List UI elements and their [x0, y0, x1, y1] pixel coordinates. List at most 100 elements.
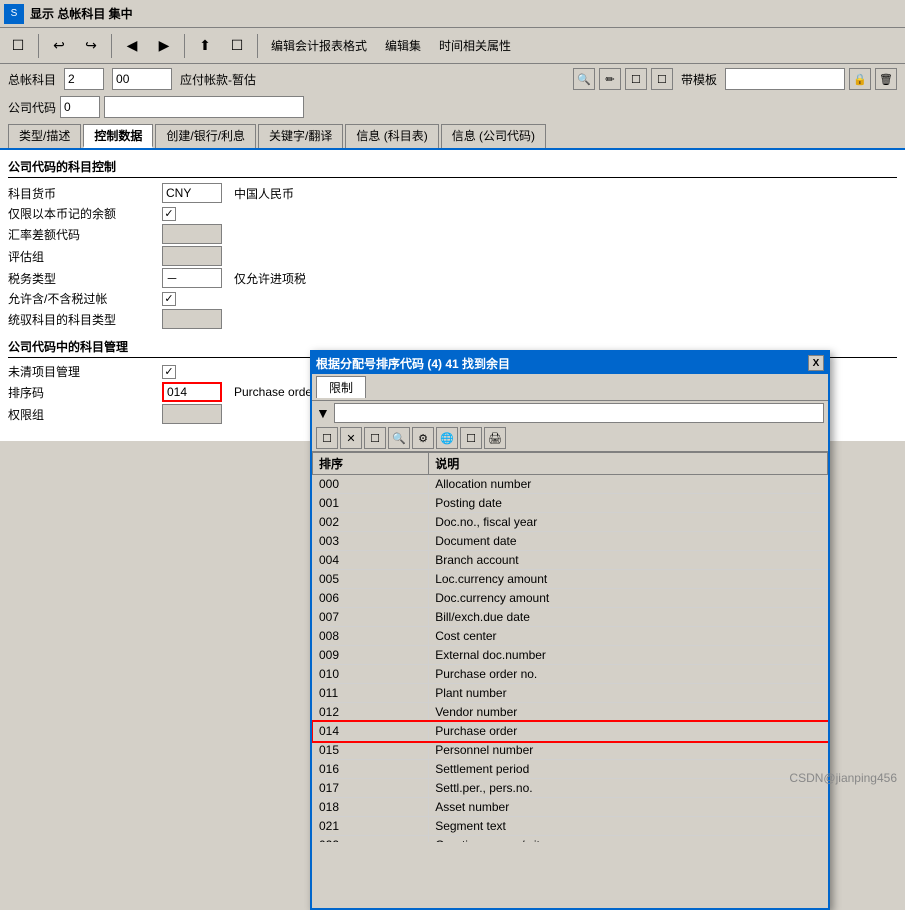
toolbar-prev[interactable]: ◀	[118, 32, 146, 60]
table-row[interactable]: 022One-time name / city	[313, 836, 828, 843]
table-row[interactable]: 005Loc.currency amount	[313, 570, 828, 589]
sort-desc-cell: Cost center	[429, 627, 828, 646]
modal-tool-5[interactable]: ⚙	[412, 427, 434, 449]
reconcile-type-value[interactable]	[162, 309, 222, 329]
table-row[interactable]: 016Settlement period	[313, 760, 828, 779]
table-row[interactable]: 001Posting date	[313, 494, 828, 513]
table-row[interactable]: 000Allocation number	[313, 475, 828, 494]
toolbar-btn-1[interactable]: ☐	[4, 32, 32, 60]
sort-key-value[interactable]	[162, 382, 222, 402]
toolbar-up[interactable]: ⬆	[191, 32, 219, 60]
icon-delete[interactable]: 🗑	[875, 68, 897, 90]
toolbar-undo[interactable]: ↩	[45, 32, 73, 60]
tab-info-chart[interactable]: 信息 (科目表)	[345, 124, 438, 148]
tax-type-value[interactable]	[162, 268, 222, 288]
exchange-rate-value[interactable]	[162, 224, 222, 244]
modal-filter-input[interactable]	[334, 403, 824, 423]
modal-tool-3[interactable]: ☐	[364, 427, 386, 449]
edit-set-btn[interactable]: 编辑集	[378, 34, 428, 58]
account-field-1[interactable]	[64, 68, 104, 90]
sort-code-cell: 002	[313, 513, 429, 532]
sort-key-desc: Purchase order	[234, 385, 316, 399]
auth-group-label: 权限组	[8, 406, 158, 423]
icon-copy[interactable]: ☐	[625, 68, 647, 90]
icon-search[interactable]: 🔍	[573, 68, 595, 90]
table-row[interactable]: 004Branch account	[313, 551, 828, 570]
sort-desc-cell: Settl.per., pers.no.	[429, 779, 828, 798]
modal-tool-1[interactable]: ☐	[316, 427, 338, 449]
company-name-field[interactable]	[104, 96, 304, 118]
open-item-checkbox[interactable]	[162, 365, 176, 379]
modal-close-btn[interactable]: X	[808, 355, 824, 371]
sort-code-cell: 004	[313, 551, 429, 570]
sort-code-cell: 021	[313, 817, 429, 836]
modal-tab-limit[interactable]: 限制	[316, 376, 366, 398]
company-code-field[interactable]	[60, 96, 100, 118]
window-title: 显示 总帐科目 集中	[30, 5, 133, 22]
toolbar-next[interactable]: ▶	[150, 32, 178, 60]
account-field-2[interactable]	[112, 68, 172, 90]
modal-tool-4[interactable]: 🔍	[388, 427, 410, 449]
title-bar: S 显示 总帐科目 集中	[0, 0, 905, 28]
edit-report-format-btn[interactable]: 编辑会计报表格式	[264, 34, 374, 58]
table-row[interactable]: 014Purchase order	[313, 722, 828, 741]
template-label: 带模板	[681, 71, 717, 88]
tax-posting-checkbox[interactable]	[162, 292, 176, 306]
sort-desc-cell: Branch account	[429, 551, 828, 570]
open-item-label: 未清项目管理	[8, 363, 158, 380]
tab-create-bank[interactable]: 创建/银行/利息	[155, 124, 256, 148]
header-row-1: 总帐科目 应付帐款-暂估 🔍 ✏ ☐ ☐ 带模板 🔒 🗑	[0, 64, 905, 94]
table-row[interactable]: 009External doc.number	[313, 646, 828, 665]
sort-code-cell: 009	[313, 646, 429, 665]
tab-control-data[interactable]: 控制数据	[83, 124, 153, 148]
header-icons: 🔍 ✏ ☐ ☐ 带模板 🔒 🗑	[573, 68, 897, 90]
modal-title: 根据分配号排序代码 (4) 41 找到余目	[316, 355, 510, 372]
eval-group-value[interactable]	[162, 246, 222, 266]
table-row[interactable]: 018Asset number	[313, 798, 828, 817]
account-label: 总帐科目	[8, 71, 56, 88]
template-input[interactable]	[725, 68, 845, 90]
icon-lock[interactable]: 🔒	[849, 68, 871, 90]
auth-group-value[interactable]	[162, 404, 222, 424]
sort-desc-cell: Asset number	[429, 798, 828, 817]
modal-tab-area: 限制	[312, 374, 828, 401]
table-row[interactable]: 010Purchase order no.	[313, 665, 828, 684]
currency-value[interactable]	[162, 183, 222, 203]
tab-type-desc[interactable]: 类型/描述	[8, 124, 81, 148]
table-row[interactable]: 008Cost center	[313, 627, 828, 646]
tab-info-company[interactable]: 信息 (公司代码)	[441, 124, 546, 148]
table-row[interactable]: 017Settl.per., pers.no.	[313, 779, 828, 798]
sort-desc-cell: Plant number	[429, 684, 828, 703]
filter-icon: ▼	[316, 405, 330, 421]
local-currency-row: 仅限以本币记的余额	[8, 204, 897, 223]
sort-desc-cell: Bill/exch.due date	[429, 608, 828, 627]
time-related-btn[interactable]: 时间相关属性	[432, 34, 518, 58]
modal-tool-7[interactable]: ☐	[460, 427, 482, 449]
table-row[interactable]: 012Vendor number	[313, 703, 828, 722]
sort-desc-cell: Posting date	[429, 494, 828, 513]
tax-type-label: 税务类型	[8, 270, 158, 287]
col-desc: 说明	[429, 453, 828, 475]
toolbar-page[interactable]: ☐	[223, 32, 251, 60]
table-row[interactable]: 002Doc.no., fiscal year	[313, 513, 828, 532]
local-currency-checkbox[interactable]	[162, 207, 176, 221]
sort-code-cell: 011	[313, 684, 429, 703]
sort-desc-cell: Doc.currency amount	[429, 589, 828, 608]
modal-tool-6[interactable]: 🌐	[436, 427, 458, 449]
table-row[interactable]: 015Personnel number	[313, 741, 828, 760]
sort-code-cell: 005	[313, 570, 429, 589]
table-row[interactable]: 006Doc.currency amount	[313, 589, 828, 608]
modal-tool-2[interactable]: ✕	[340, 427, 362, 449]
table-row[interactable]: 007Bill/exch.due date	[313, 608, 828, 627]
table-row[interactable]: 011Plant number	[313, 684, 828, 703]
toolbar-redo[interactable]: ↪	[77, 32, 105, 60]
icon-edit[interactable]: ✏	[599, 68, 621, 90]
modal-tool-8[interactable]: 🖨	[484, 427, 506, 449]
tab-keyword[interactable]: 关键字/翻译	[258, 124, 343, 148]
icon-template[interactable]: ☐	[651, 68, 673, 90]
table-row[interactable]: 003Document date	[313, 532, 828, 551]
table-row[interactable]: 021Segment text	[313, 817, 828, 836]
eval-group-row: 评估组	[8, 245, 897, 267]
sort-desc-cell: Document date	[429, 532, 828, 551]
sort-code-modal: 根据分配号排序代码 (4) 41 找到余目 X 限制 ▼ ☐ ✕ ☐ 🔍 ⚙ 🌐…	[310, 350, 830, 910]
